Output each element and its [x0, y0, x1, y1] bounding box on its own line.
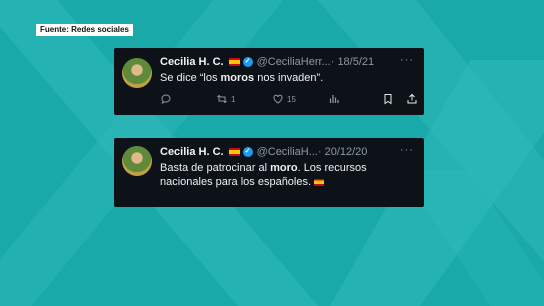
- tweet-header: Cecilia H. C. ✓ @CeciliaHerr... · 18/5/2…: [160, 54, 414, 68]
- tweet-date[interactable]: · 20/12/20: [318, 146, 368, 158]
- like-count: 15: [287, 94, 296, 104]
- share-icon: [407, 93, 417, 104]
- tweet-actions: 1 15: [160, 93, 430, 107]
- bookmark-icon: [384, 94, 392, 105]
- author-name[interactable]: Cecilia H. C.: [160, 56, 224, 68]
- author-handle[interactable]: @CeciliaHerr...: [257, 56, 331, 68]
- tweet-header: Cecilia H. C. ✓ @CeciliaH... · 20/12/20 …: [160, 144, 414, 158]
- tweet-card[interactable]: Cecilia H. C. ✓ @CeciliaHerr... · 18/5/2…: [114, 48, 424, 115]
- share-button[interactable]: [406, 93, 418, 105]
- avatar[interactable]: [122, 58, 152, 88]
- like-button[interactable]: 15: [272, 93, 296, 105]
- tweet-text: Basta de patrocinar al moro. Los recurso…: [160, 162, 367, 188]
- views-icon: [329, 95, 339, 103]
- retweet-icon: [217, 94, 227, 104]
- reply-icon: [161, 94, 171, 105]
- flag-spain-icon: [228, 58, 240, 66]
- flag-spain-icon: [228, 148, 240, 156]
- tweet-date[interactable]: · 18/5/21: [331, 56, 374, 68]
- views-button[interactable]: [328, 93, 340, 105]
- tweet-card[interactable]: Cecilia H. C. ✓ @CeciliaH... · 20/12/20 …: [114, 138, 424, 207]
- more-options-icon[interactable]: ···: [400, 54, 414, 66]
- verified-icon: ✓: [242, 147, 253, 157]
- retweet-count: 1: [231, 94, 236, 104]
- tweet-text: Se dice “los moros nos invaden”.: [160, 72, 324, 84]
- bookmark-button[interactable]: [382, 93, 394, 105]
- author-handle[interactable]: @CeciliaH...: [257, 146, 318, 158]
- author-name[interactable]: Cecilia H. C.: [160, 146, 224, 158]
- like-icon: [273, 94, 283, 104]
- more-options-icon[interactable]: ···: [400, 144, 414, 156]
- avatar[interactable]: [122, 146, 152, 176]
- reply-button[interactable]: [160, 93, 172, 105]
- source-label: Fuente: Redes sociales: [36, 24, 133, 36]
- verified-icon: ✓: [242, 57, 253, 67]
- retweet-button[interactable]: 1: [216, 93, 235, 105]
- flag-spain-icon: [314, 178, 325, 186]
